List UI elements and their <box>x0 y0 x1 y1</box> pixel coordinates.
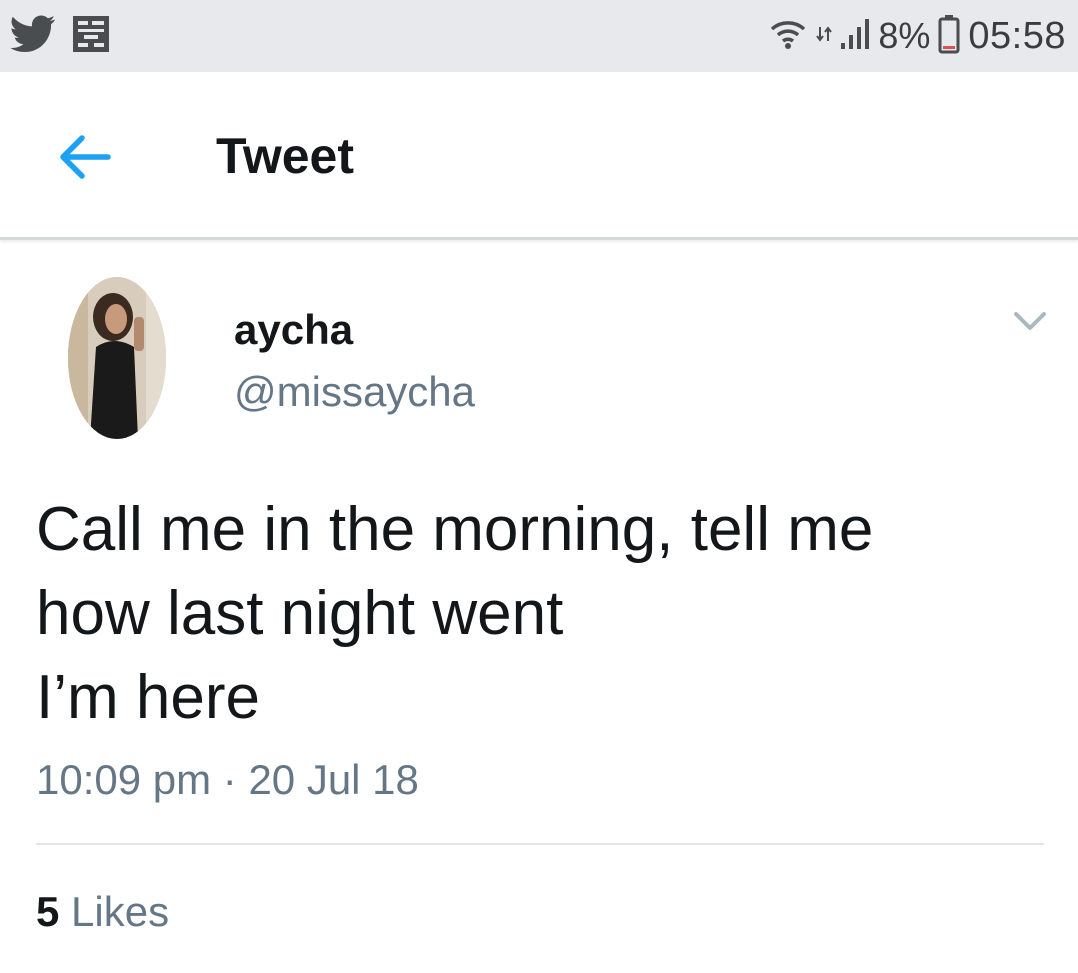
avatar[interactable] <box>68 277 166 439</box>
tweet-text-line: how last night went <box>36 579 564 648</box>
status-bar: 8% 05:58 <box>0 0 1078 72</box>
battery-percent: 8% <box>878 15 931 56</box>
signal-icon <box>840 17 870 56</box>
battery-icon <box>938 14 960 59</box>
tweet-text: Call me in the morning, tell me how last… <box>36 488 1036 740</box>
chevron-down-icon <box>1010 312 1050 340</box>
notification-app-icon <box>70 13 112 60</box>
likes-link[interactable]: 5 Likes <box>36 888 169 936</box>
page-title: Tweet <box>216 128 354 184</box>
back-button[interactable] <box>56 128 114 186</box>
display-name[interactable]: aycha <box>234 306 353 354</box>
divider <box>36 843 1044 845</box>
data-arrows-icon <box>816 23 833 50</box>
tweet-timestamp: 10:09 pm · 20 Jul 18 <box>36 756 419 803</box>
user-handle[interactable]: @missaycha <box>234 368 475 416</box>
tweet-menu-button[interactable] <box>1010 306 1050 336</box>
likes-count: 5 <box>36 888 60 935</box>
wifi-icon <box>768 17 808 56</box>
tweet-text-line: Call me in the morning, tell me <box>36 495 874 564</box>
tweet-text-line: I’m here <box>36 663 260 732</box>
back-arrow-icon <box>56 135 114 190</box>
twitter-bird-icon <box>10 14 56 58</box>
likes-label: Likes <box>71 888 170 935</box>
app-bar: Tweet <box>0 72 1078 240</box>
clock: 05:58 <box>968 14 1066 57</box>
